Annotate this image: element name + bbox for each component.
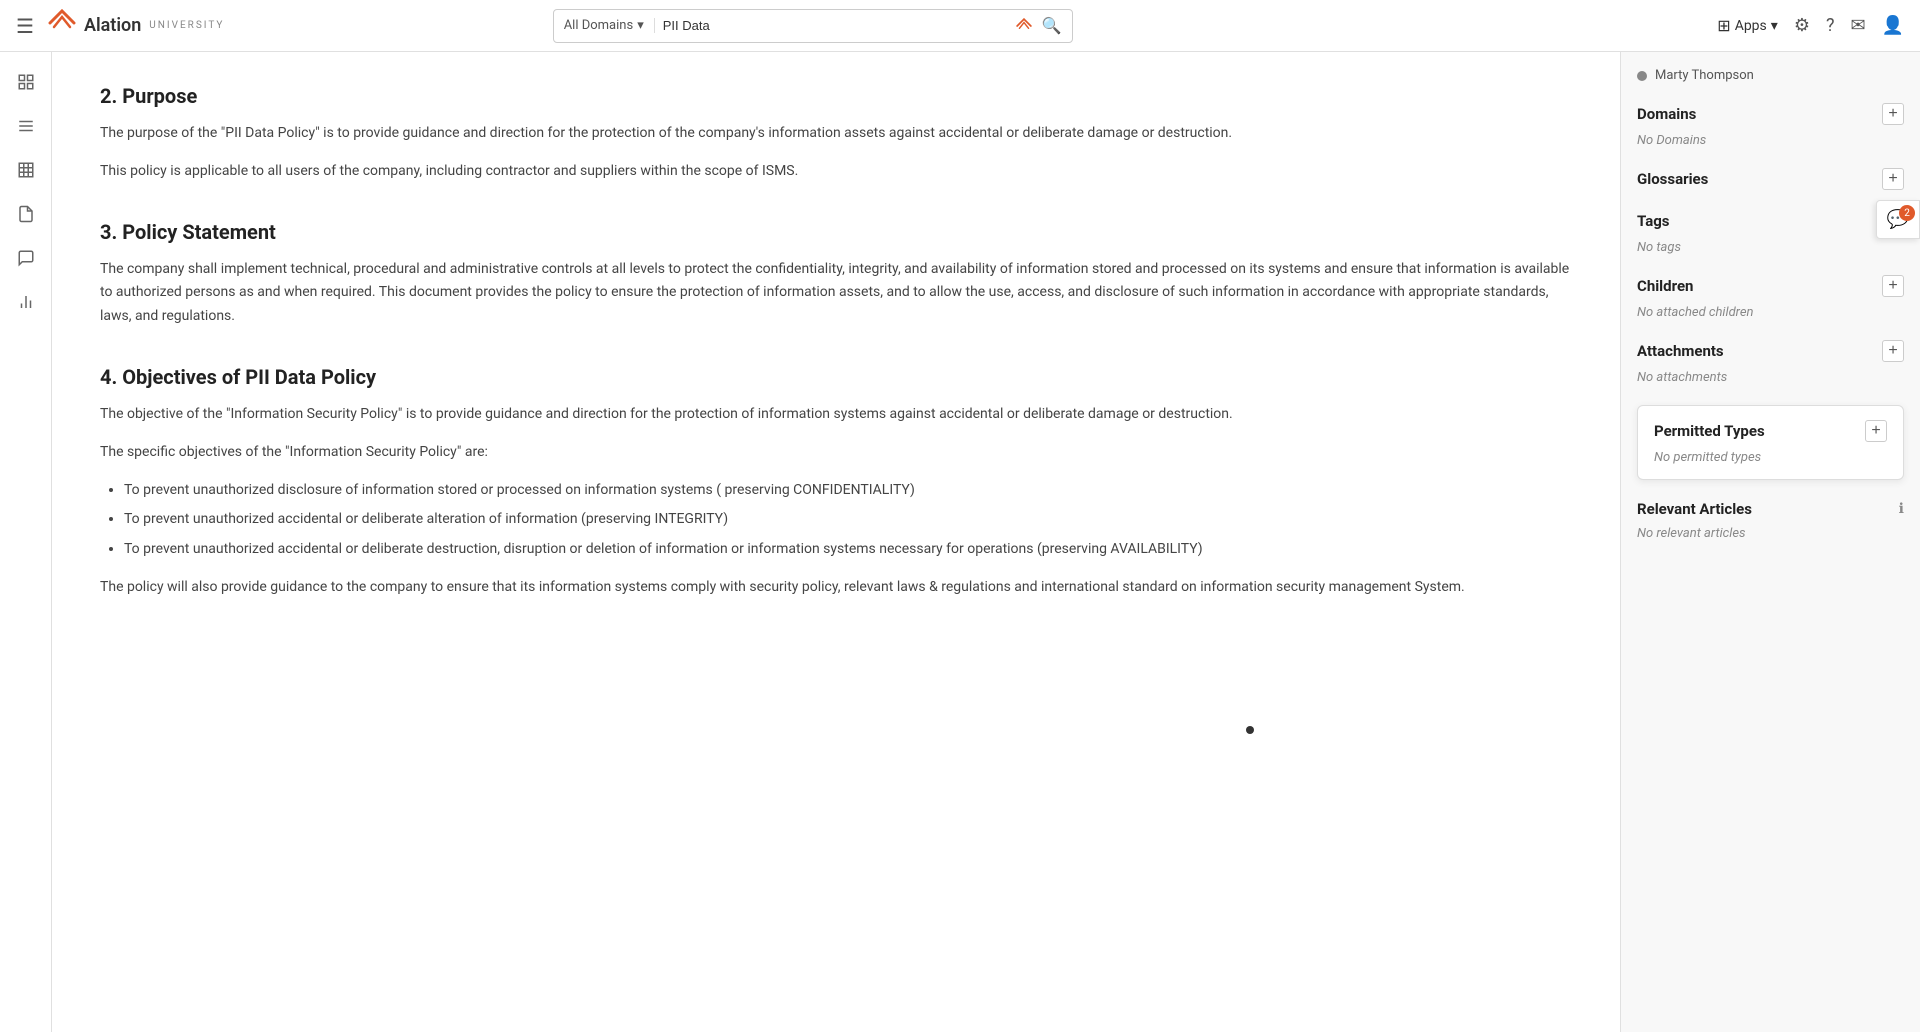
sidebar-item-document[interactable] <box>8 196 44 232</box>
permitted-types-empty: No permitted types <box>1654 450 1887 465</box>
domains-add-button[interactable]: + <box>1882 103 1904 125</box>
edited-by: Marty Thompson <box>1637 68 1904 83</box>
hamburger-menu[interactable]: ☰ <box>16 14 34 38</box>
domains-title: Domains <box>1637 105 1696 123</box>
messages-icon[interactable]: ✉ <box>1850 15 1865 36</box>
domain-chevron-icon: ▾ <box>637 18 644 33</box>
logo-subtitle: UNIVERSITY <box>149 20 224 31</box>
permitted-types-add-button[interactable]: + <box>1865 420 1887 442</box>
editor-name: Marty Thompson <box>1655 68 1754 83</box>
panel-section-domains: Domains + No Domains <box>1637 103 1904 148</box>
content-area: 2. Purpose The purpose of the "PII Data … <box>52 52 1620 1032</box>
logo-icon <box>46 9 78 43</box>
right-panel: Marty Thompson Domains + No Domains Glos… <box>1620 52 1920 1032</box>
apps-grid-icon: ⊞ <box>1717 16 1730 35</box>
tags-empty: No tags <box>1637 240 1904 255</box>
list-item: To prevent unauthorized accidental or de… <box>124 538 1572 562</box>
objectives-list: To prevent unauthorized disclosure of in… <box>124 479 1572 562</box>
relevant-articles-header: Relevant Articles ℹ <box>1637 500 1904 518</box>
panel-section-glossaries: Glossaries + <box>1637 168 1904 190</box>
panel-section-permitted-types: Permitted Types + No permitted types <box>1637 405 1904 480</box>
section-policy-statement: 3. Policy Statement The company shall im… <box>100 220 1572 329</box>
section-objectives: 4. Objectives of PII Data Policy The obj… <box>100 365 1572 600</box>
list-item: To prevent unauthorized accidental or de… <box>124 508 1572 532</box>
section-purpose-p1: The purpose of the "PII Data Policy" is … <box>100 122 1572 146</box>
sidebar-item-analytics[interactable] <box>8 284 44 320</box>
attachments-add-button[interactable]: + <box>1882 340 1904 362</box>
section-policy-heading: 3. Policy Statement <box>100 220 1572 244</box>
panel-section-attachments: Attachments + No attachments <box>1637 340 1904 385</box>
glossaries-add-button[interactable]: + <box>1882 168 1904 190</box>
sidebar-item-chat[interactable] <box>8 240 44 276</box>
children-empty: No attached children <box>1637 305 1904 320</box>
children-title: Children <box>1637 277 1693 295</box>
glossaries-title: Glossaries <box>1637 170 1708 188</box>
section-purpose-heading: 2. Purpose <box>100 84 1572 108</box>
relevant-articles-info-icon: ℹ <box>1899 501 1904 517</box>
panel-section-tags: Tags + No tags <box>1637 210 1904 255</box>
search-input[interactable] <box>663 18 1006 33</box>
list-item: To prevent unauthorized disclosure of in… <box>124 479 1572 503</box>
top-navigation: ☰ Alation UNIVERSITY All Domains ▾ 🔍 ⊞ A… <box>0 0 1920 52</box>
domains-empty: No Domains <box>1637 133 1904 148</box>
panel-section-relevant-articles: Relevant Articles ℹ No relevant articles <box>1637 500 1904 541</box>
tags-header: Tags + <box>1637 210 1904 232</box>
apps-menu[interactable]: ⊞ Apps ▾ <box>1717 16 1778 35</box>
attachments-title: Attachments <box>1637 342 1724 360</box>
sidebar <box>0 52 52 1032</box>
help-icon[interactable]: ? <box>1826 15 1835 36</box>
domains-header: Domains + <box>1637 103 1904 125</box>
search-bar[interactable]: All Domains ▾ 🔍 <box>553 9 1073 43</box>
section-objectives-p2: The specific objectives of the "Informat… <box>100 441 1572 465</box>
domain-label: All Domains <box>564 18 634 33</box>
glossaries-header: Glossaries + <box>1637 168 1904 190</box>
user-icon[interactable]: 👤 <box>1882 15 1904 36</box>
feedback-count: 2 <box>1899 205 1915 221</box>
settings-icon[interactable]: ⚙ <box>1794 15 1810 36</box>
panel-section-children: Children + No attached children <box>1637 275 1904 320</box>
feedback-bubble[interactable]: 💬 2 <box>1876 200 1920 239</box>
sidebar-item-list[interactable] <box>8 108 44 144</box>
apps-label: Apps <box>1735 18 1767 34</box>
section-objectives-closing: The policy will also provide guidance to… <box>100 576 1572 600</box>
children-add-button[interactable]: + <box>1882 275 1904 297</box>
section-objectives-p1: The objective of the "Information Securi… <box>100 403 1572 427</box>
section-purpose: 2. Purpose The purpose of the "PII Data … <box>100 84 1572 184</box>
sidebar-item-catalog[interactable] <box>8 64 44 100</box>
domain-selector[interactable]: All Domains ▾ <box>564 18 655 33</box>
section-purpose-p2: This policy is applicable to all users o… <box>100 160 1572 184</box>
permitted-types-header: Permitted Types + <box>1654 420 1887 442</box>
apps-chevron-icon: ▾ <box>1771 18 1778 34</box>
user-avatar-dot <box>1637 71 1647 81</box>
relevant-articles-empty: No relevant articles <box>1637 526 1904 541</box>
logo-text: Alation <box>84 15 141 36</box>
attachments-header: Attachments + <box>1637 340 1904 362</box>
search-icon[interactable]: 🔍 <box>1042 16 1062 35</box>
children-header: Children + <box>1637 275 1904 297</box>
attachments-empty: No attachments <box>1637 370 1904 385</box>
search-logo <box>1014 18 1034 34</box>
permitted-types-title: Permitted Types <box>1654 422 1765 440</box>
sidebar-item-table[interactable] <box>8 152 44 188</box>
nav-right-icons: ⊞ Apps ▾ ⚙ ? ✉ 👤 <box>1717 15 1904 36</box>
tags-title: Tags <box>1637 212 1670 230</box>
section-objectives-heading: 4. Objectives of PII Data Policy <box>100 365 1572 389</box>
main-wrapper: 2. Purpose The purpose of the "PII Data … <box>52 52 1920 1032</box>
relevant-articles-title: Relevant Articles <box>1637 500 1752 518</box>
section-policy-p1: The company shall implement technical, p… <box>100 258 1572 329</box>
app-logo: Alation UNIVERSITY <box>46 9 224 43</box>
